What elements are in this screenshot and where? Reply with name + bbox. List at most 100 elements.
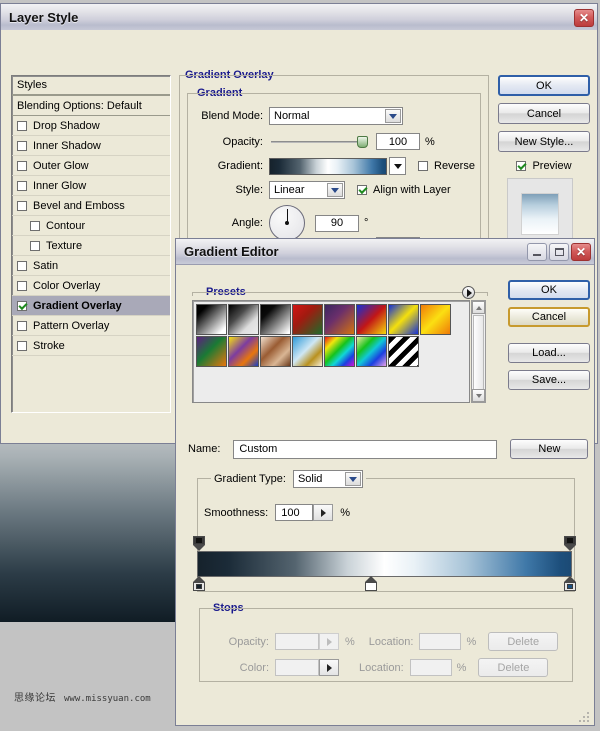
layer-style-titlebar[interactable]: Layer Style ✕ — [1, 4, 597, 32]
reverse-checkbox-row[interactable]: Reverse — [418, 160, 475, 172]
sidebar-item-outer-glow[interactable]: Outer Glow — [12, 156, 170, 176]
sidebar-item-stroke[interactable]: Stroke — [12, 336, 170, 356]
sidebar-item-inner-shadow[interactable]: Inner Shadow — [12, 136, 170, 156]
preset-swatch-transparent-rainbow[interactable] — [356, 336, 387, 367]
sidebar-item-label: Bevel and Emboss — [33, 199, 125, 212]
preset-swatch-blue-yellow-blue[interactable] — [388, 304, 419, 335]
color-stop-right[interactable] — [564, 576, 577, 591]
style-toggle-checkbox[interactable] — [17, 300, 27, 311]
stop-location-input-1 — [419, 633, 462, 650]
angle-input[interactable]: 90 — [315, 214, 359, 232]
name-input[interactable]: Custom — [233, 439, 498, 459]
preset-swatch-yellow-violet-orange-blue[interactable] — [228, 336, 259, 367]
preset-swatch-blue-red-yellow[interactable] — [356, 304, 387, 335]
opacity-stop-left[interactable] — [193, 536, 206, 551]
resize-grip[interactable] — [579, 712, 591, 724]
preset-swatch-black-white-soft[interactable] — [260, 304, 291, 335]
preset-swatch-spectrum[interactable] — [324, 336, 355, 367]
preset-swatch-foreground-to-transparent[interactable] — [228, 304, 259, 335]
preset-swatch-violet-orange[interactable] — [324, 304, 355, 335]
preset-swatch-copper[interactable] — [260, 336, 291, 367]
save-button[interactable]: Save... — [508, 370, 590, 390]
angle-dial[interactable] — [269, 205, 305, 241]
sidebar-item-gradient-overlay[interactable]: Gradient Overlay — [12, 296, 170, 316]
presets-scrollbar[interactable] — [471, 300, 486, 403]
preset-swatch-orange-yellow-orange[interactable] — [420, 304, 451, 335]
gradient-strip[interactable] — [197, 551, 572, 577]
preview-checkbox-row[interactable]: Preview — [498, 160, 590, 172]
sidebar-item-bevel-and-emboss[interactable]: Bevel and Emboss — [12, 196, 170, 216]
gradient-editor-titlebar[interactable]: Gradient Editor ✕ — [176, 239, 594, 265]
preset-swatch-black-white[interactable] — [196, 304, 227, 335]
style-toggle-checkbox[interactable] — [17, 120, 27, 131]
style-toggle-checkbox[interactable] — [30, 240, 40, 251]
align-with-layer-row[interactable]: Align with Layer — [357, 184, 451, 196]
sidebar-item-contour[interactable]: Contour — [12, 216, 170, 236]
style-toggle-checkbox[interactable] — [17, 180, 27, 191]
style-toggle-checkbox[interactable] — [17, 140, 27, 151]
style-select[interactable]: Linear — [269, 181, 345, 199]
style-toggle-checkbox[interactable] — [17, 200, 27, 211]
smoothness-spinner[interactable] — [313, 504, 334, 521]
sidebar-item-inner-glow[interactable]: Inner Glow — [12, 176, 170, 196]
opacity-stop-right[interactable] — [564, 536, 577, 551]
sidebar-item-drop-shadow[interactable]: Drop Shadow — [12, 116, 170, 136]
style-toggle-checkbox[interactable] — [17, 160, 27, 171]
stop-opacity-label: Opacity: — [228, 635, 269, 648]
preview-chip — [521, 193, 559, 235]
sidebar-item-texture[interactable]: Texture — [12, 236, 170, 256]
load-button[interactable]: Load... — [508, 343, 590, 363]
ok-button[interactable]: OK — [498, 75, 590, 96]
preset-swatch-black-white-stripes[interactable] — [388, 336, 419, 367]
style-toggle-checkbox[interactable] — [17, 320, 27, 331]
gradient-preview-swatch[interactable] — [269, 157, 387, 175]
gradient-picker[interactable] — [269, 157, 387, 175]
preset-swatch-violet-green-orange[interactable] — [196, 336, 227, 367]
sidebar-item-color-overlay[interactable]: Color Overlay — [12, 276, 170, 296]
new-preset-button[interactable]: New — [510, 439, 589, 459]
opacity-input[interactable]: 100 — [376, 133, 420, 150]
preset-swatch-chrome[interactable] — [292, 336, 323, 367]
preview-checkbox[interactable] — [516, 161, 527, 171]
color-stop-mid[interactable] — [365, 576, 378, 591]
gradient-strip-editor[interactable] — [193, 536, 576, 591]
maximize-icon[interactable] — [549, 242, 569, 261]
style-toggle-checkbox[interactable] — [30, 220, 40, 231]
new-style-button[interactable]: New Style... — [498, 131, 590, 152]
sidebar-item-label: Pattern Overlay — [33, 319, 110, 332]
styles-list-header[interactable]: Styles — [12, 76, 170, 96]
cancel-button[interactable]: Cancel — [508, 307, 590, 327]
sidebar-item-pattern-overlay[interactable]: Pattern Overlay — [12, 316, 170, 336]
minimize-icon[interactable] — [527, 242, 547, 261]
style-toggle-checkbox[interactable] — [17, 260, 27, 271]
presets-swatch-well[interactable] — [192, 300, 470, 403]
scroll-up-icon[interactable] — [472, 301, 485, 314]
chevron-down-icon[interactable] — [327, 183, 343, 197]
opacity-slider[interactable] — [271, 135, 368, 149]
chevron-down-icon[interactable] — [385, 109, 401, 123]
scrollbar-thumb[interactable] — [473, 315, 484, 395]
style-toggle-checkbox[interactable] — [17, 340, 27, 351]
blend-mode-select[interactable]: Normal — [269, 107, 403, 125]
chevron-down-icon[interactable] — [344, 472, 361, 486]
sidebar-item-satin[interactable]: Satin — [12, 256, 170, 276]
sidebar-item-blending-options[interactable]: Blending Options: Default — [12, 96, 170, 116]
smoothness-input[interactable]: 100 — [275, 504, 314, 521]
color-stop-left[interactable] — [193, 576, 206, 591]
cancel-button[interactable]: Cancel — [498, 103, 590, 124]
align-with-layer-label: Align with Layer — [373, 184, 451, 196]
preset-swatch-red-green[interactable] — [292, 304, 323, 335]
gradient-type-select[interactable]: Solid — [292, 470, 363, 488]
opacity-slider-knob[interactable] — [357, 135, 368, 148]
style-toggle-checkbox[interactable] — [17, 280, 27, 291]
scroll-down-icon[interactable] — [472, 389, 485, 402]
reverse-checkbox[interactable] — [418, 161, 428, 171]
align-with-layer-checkbox[interactable] — [357, 185, 367, 195]
close-icon[interactable]: ✕ — [571, 242, 591, 261]
ok-button[interactable]: OK — [508, 280, 590, 300]
opacity-slider-track — [271, 140, 368, 143]
close-icon[interactable]: ✕ — [574, 8, 594, 27]
presets-menu-icon[interactable] — [462, 286, 475, 299]
gradient-type-value: Solid — [297, 473, 323, 485]
gradient-dropdown-button[interactable] — [389, 157, 406, 175]
